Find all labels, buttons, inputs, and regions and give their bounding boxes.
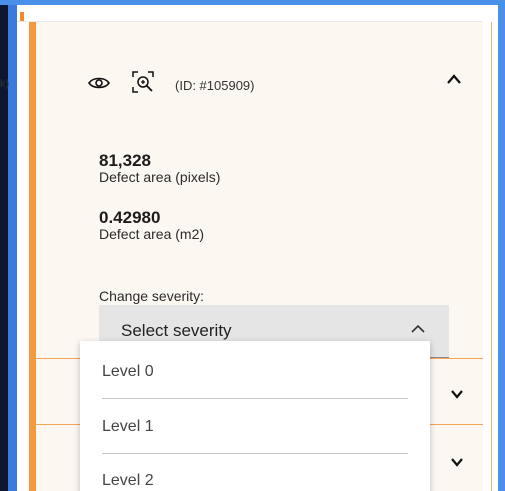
zoom-in-icon[interactable] bbox=[132, 71, 154, 93]
severity-option[interactable]: Level 0 bbox=[80, 345, 430, 399]
card-border-right bbox=[491, 22, 492, 491]
defect-card-expanded: (ID: #105909) 81,328 Defect area (pixels… bbox=[29, 22, 483, 358]
left-strip-fragment: k) bbox=[0, 78, 10, 90]
severity-option-label: Level 0 bbox=[102, 363, 154, 380]
chevron-up-icon bbox=[411, 324, 425, 333]
defect-area-m2-label: Defect area (m2) bbox=[99, 226, 205, 242]
chevron-up-icon[interactable] bbox=[446, 72, 462, 86]
left-scroll-region bbox=[8, 5, 17, 491]
severity-option[interactable]: Level 1 bbox=[80, 400, 430, 454]
defect-panel: (ID: #105909) 81,328 Defect area (pixels… bbox=[17, 5, 498, 491]
severity-option-label: Level 2 bbox=[102, 472, 154, 489]
defect-area-pixels-label: Defect area (pixels) bbox=[99, 169, 221, 185]
severity-option-label: Level 1 bbox=[102, 418, 154, 435]
severity-option[interactable]: Level 2 bbox=[80, 454, 430, 491]
defect-area-pixels-value: 81,328 bbox=[99, 151, 151, 170]
defect-area-m2-value: 0.42980 bbox=[99, 208, 161, 227]
severity-dropdown-menu: Level 0 Level 1 Level 2 bbox=[80, 341, 430, 491]
eye-icon[interactable] bbox=[88, 76, 110, 90]
chevron-down-icon[interactable] bbox=[450, 389, 464, 399]
defect-id: (ID: #105909) bbox=[175, 78, 255, 93]
severity-select-value: Select severity bbox=[121, 321, 232, 340]
chevron-down-icon[interactable] bbox=[450, 457, 464, 467]
option-divider bbox=[102, 398, 408, 399]
severity-label: Change severity: bbox=[99, 288, 205, 304]
